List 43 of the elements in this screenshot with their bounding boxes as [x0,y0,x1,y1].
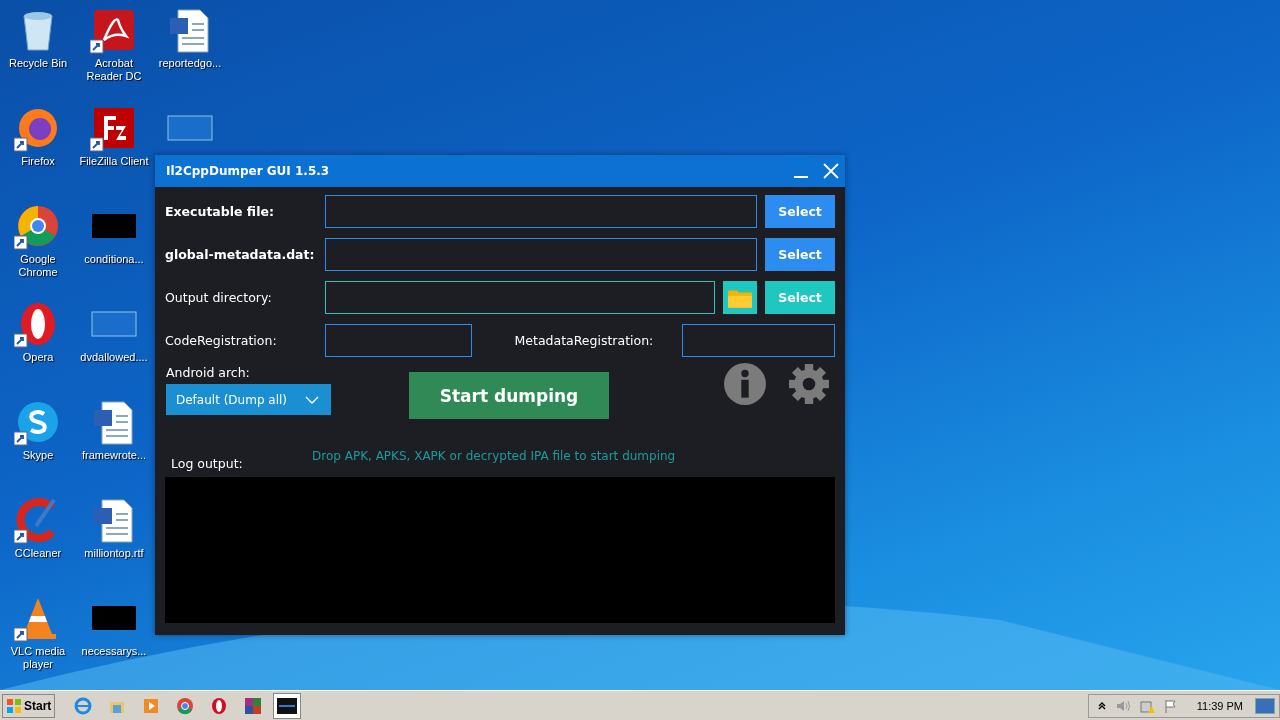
arch-dropdown[interactable]: Default (Dump all) [166,384,331,415]
desktop-icon-label[interactable]: Opera [1,351,75,364]
desktop-icon-label[interactable]: CCleaner [1,547,75,560]
desktop-icon-label[interactable]: FileZilla Client [77,155,151,168]
start-dumping-button[interactable]: Start dumping [409,372,609,419]
desktop-icon-label[interactable]: VLC media player [1,645,75,671]
desktop-icon-label[interactable]: reportedgo... [153,57,227,70]
desktop-icon-label[interactable]: milliontop.rtf [77,547,151,560]
select-button[interactable]: Select [765,238,835,271]
close-icon[interactable] [823,163,839,179]
log-output-label: Log output: [171,456,244,471]
settings-icon[interactable] [788,363,830,405]
desktop-icon-label[interactable]: dvdallowed.... [77,351,151,364]
input-field[interactable] [325,281,715,314]
flag-icon[interactable] [1162,697,1179,714]
desktop-icon-label[interactable]: Skype [1,449,75,462]
field-label: CodeRegistration: [165,333,278,348]
windows-logo-icon [6,697,22,714]
input-field[interactable] [324,324,472,357]
field-label: Executable file: [165,204,275,219]
start-button[interactable]: Start [2,693,56,718]
clock[interactable]: 11:39 PM [1196,699,1243,712]
desktop-icon-label[interactable]: framewrote... [77,449,151,462]
desktop-icon-label[interactable]: Recycle Bin [1,57,75,70]
field-label: MetadataRegistration: [514,333,655,348]
input-field[interactable] [325,238,757,271]
drop-hint: Drop APK, APKS, XAPK or decrypted IPA file to start dumping [312,449,676,463]
show-desktop-button[interactable] [1255,697,1275,714]
info-icon[interactable] [724,363,766,405]
caret-icon [305,395,319,404]
desktop-icon-label[interactable]: necessarys... [77,645,151,658]
desktop-icon-label[interactable]: conditiona... [77,253,151,266]
desktop-icon-label[interactable]: Firefox [1,155,75,168]
input-field[interactable] [682,324,835,357]
chevron-up-icon[interactable] [1096,700,1107,711]
field-label: Output directory: [165,290,273,305]
field-label: Android arch: [166,365,251,380]
input-field[interactable] [325,195,757,228]
select-button[interactable]: Select [765,195,835,228]
desktop-icon-label[interactable]: Acrobat Reader DC [77,57,151,83]
window-title: Il2CppDumper GUI 1.5.3 [166,164,331,178]
field-label: global-metadata.dat: [165,247,316,262]
desktop-icon-label[interactable]: Google Chrome [1,253,75,279]
